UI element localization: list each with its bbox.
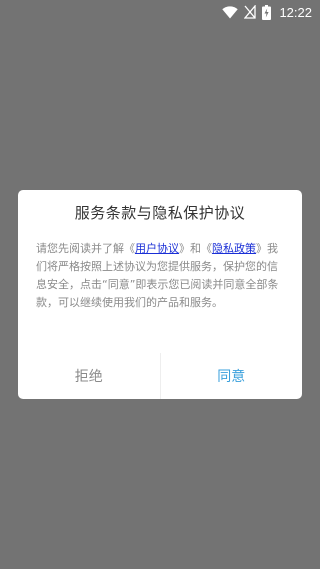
privacy-policy-link[interactable]: 隐私政策: [212, 242, 256, 255]
battery-charging-icon: [262, 4, 272, 20]
dialog-footer: 拒绝 同意: [18, 353, 302, 399]
body-text-part-2: 》和《: [179, 242, 212, 255]
status-icons: 12:22: [222, 3, 312, 21]
status-time: 12:22: [279, 4, 312, 20]
no-signal-icon: [244, 5, 257, 19]
body-text-part-1: 请您先阅读并了解《: [36, 242, 135, 255]
status-bar: 12:22: [0, 0, 320, 24]
reject-button[interactable]: 拒绝: [18, 353, 160, 399]
user-agreement-link[interactable]: 用户协议: [135, 242, 179, 255]
dialog-body-text: 请您先阅读并了解《用户协议》和《隐私政策》我们将严格按照上述协议为您提供服务，保…: [36, 240, 286, 312]
privacy-agreement-dialog: 服务条款与隐私保护协议 请您先阅读并了解《用户协议》和《隐私政策》我们将严格按照…: [18, 190, 302, 399]
agree-button[interactable]: 同意: [161, 353, 303, 399]
dialog-title: 服务条款与隐私保护协议: [74, 204, 246, 222]
wifi-icon: [222, 5, 239, 19]
